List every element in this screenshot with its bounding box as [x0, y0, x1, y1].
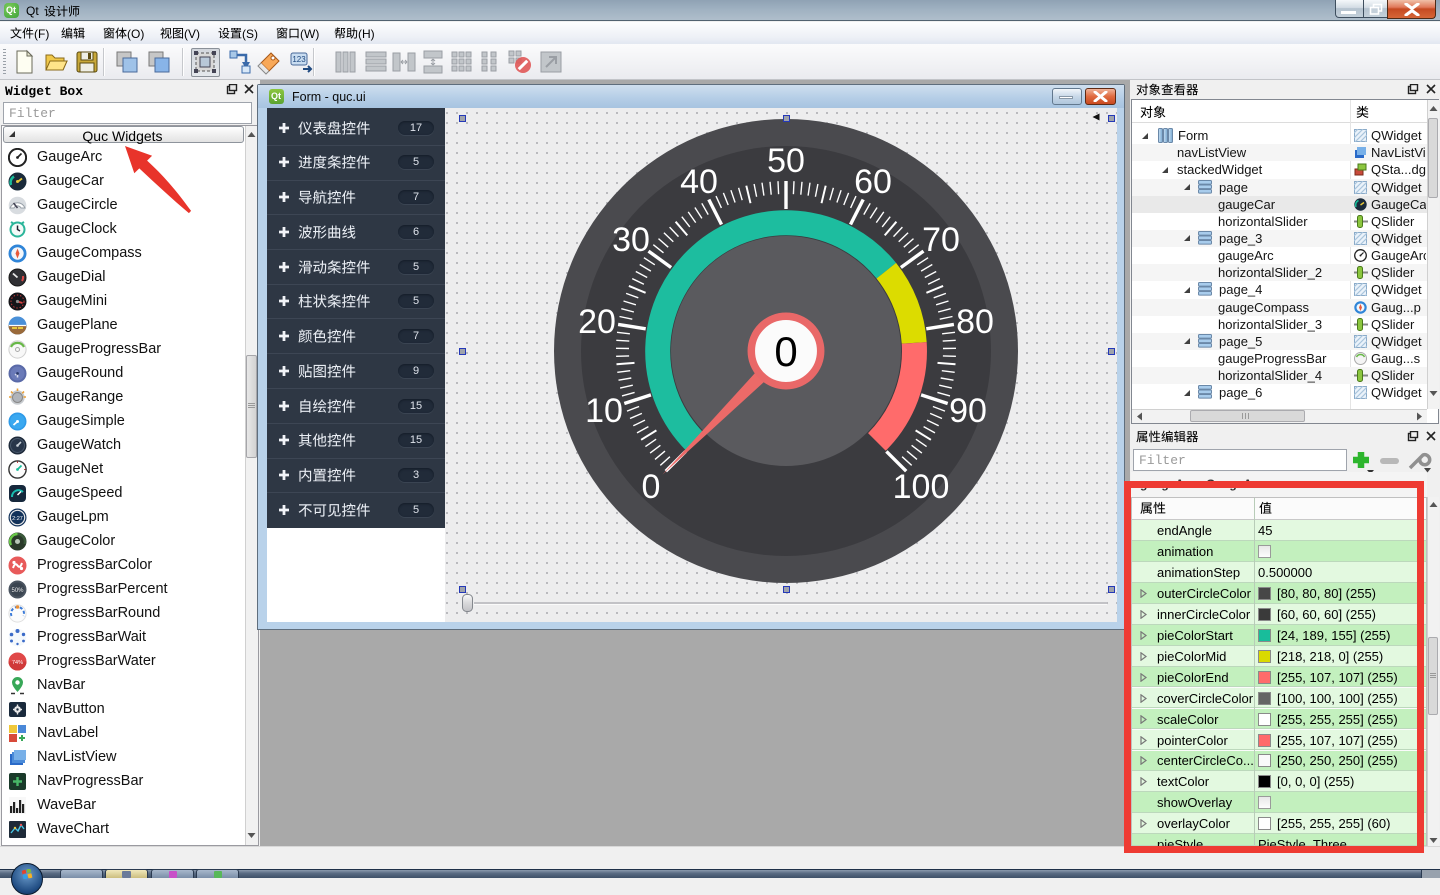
svg-text:60: 60: [854, 163, 892, 201]
svg-text:100: 100: [893, 468, 950, 506]
svg-text:10: 10: [585, 392, 623, 430]
svg-text:90: 90: [949, 392, 987, 430]
svg-text:70: 70: [922, 221, 960, 259]
svg-text:40: 40: [680, 163, 718, 201]
svg-text:0: 0: [774, 328, 797, 375]
svg-text:123: 123: [292, 55, 306, 64]
svg-text:74%: 74%: [12, 660, 23, 666]
svg-text:80: 80: [956, 303, 994, 341]
svg-text:20: 20: [578, 303, 616, 341]
svg-text:30: 30: [612, 221, 650, 259]
svg-text:0: 0: [642, 468, 661, 506]
svg-text:50%: 50%: [11, 588, 24, 594]
svg-text:50: 50: [767, 142, 805, 180]
svg-text:2:27: 2:27: [12, 516, 23, 522]
